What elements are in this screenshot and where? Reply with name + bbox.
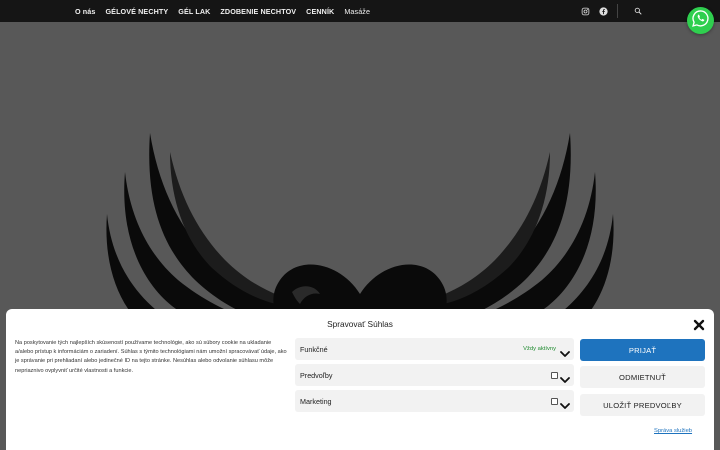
instagram-icon[interactable]	[579, 5, 591, 17]
category-predvolby[interactable]: Predvoľby	[295, 364, 574, 386]
top-navigation-bar: O nás GÉLOVÉ NECHTY GÉL LAK ZDOBENIE NEC…	[0, 0, 720, 22]
category-marketing[interactable]: Marketing	[295, 390, 574, 412]
main-menu: O nás GÉLOVÉ NECHTY GÉL LAK ZDOBENIE NEC…	[75, 0, 380, 22]
chevron-down-icon[interactable]	[560, 397, 570, 409]
category-label: Predvoľby	[300, 370, 333, 380]
close-icon[interactable]	[692, 318, 706, 332]
category-funkcne[interactable]: Funkčné Vždy aktívny	[295, 338, 574, 360]
predvolby-checkbox[interactable]	[551, 371, 558, 379]
nav-item-zdobenie-nechtov[interactable]: ZDOBENIE NECHTOV	[220, 7, 296, 16]
nav-divider	[617, 4, 618, 18]
nav-item-o-nas[interactable]: O nás	[75, 7, 95, 16]
nav-item-cennik[interactable]: CENNÍK	[306, 7, 334, 16]
accept-button[interactable]: PRIJAŤ	[580, 339, 705, 361]
manage-services-link[interactable]: Správa služieb	[654, 428, 692, 434]
nav-item-gelove-nechty[interactable]: GÉLOVÉ NECHTY	[105, 7, 168, 16]
consent-title: Spravovať Súhlas	[327, 319, 393, 329]
cookie-consent-dialog: Spravovať Súhlas Na poskytovanie tých na…	[6, 309, 714, 450]
chevron-down-icon[interactable]	[560, 345, 570, 357]
save-preferences-button[interactable]: ULOŽIŤ PREDVOĽBY	[580, 394, 705, 416]
category-label: Marketing	[300, 396, 332, 406]
chevron-down-icon[interactable]	[560, 371, 570, 383]
nav-item-gel-lak[interactable]: GÉL LAK	[178, 7, 210, 16]
nav-item-masaze[interactable]: Masáže	[344, 7, 370, 16]
category-label: Funkčné	[300, 344, 328, 354]
always-active-badge: Vždy aktívny	[523, 346, 556, 352]
consent-description: Na poskytovanie tých najlepších skúsenos…	[15, 340, 287, 374]
facebook-icon[interactable]	[597, 5, 609, 17]
deny-button[interactable]: ODMIETNUŤ	[580, 366, 705, 388]
search-icon[interactable]	[632, 5, 644, 17]
marketing-checkbox[interactable]	[551, 397, 558, 405]
